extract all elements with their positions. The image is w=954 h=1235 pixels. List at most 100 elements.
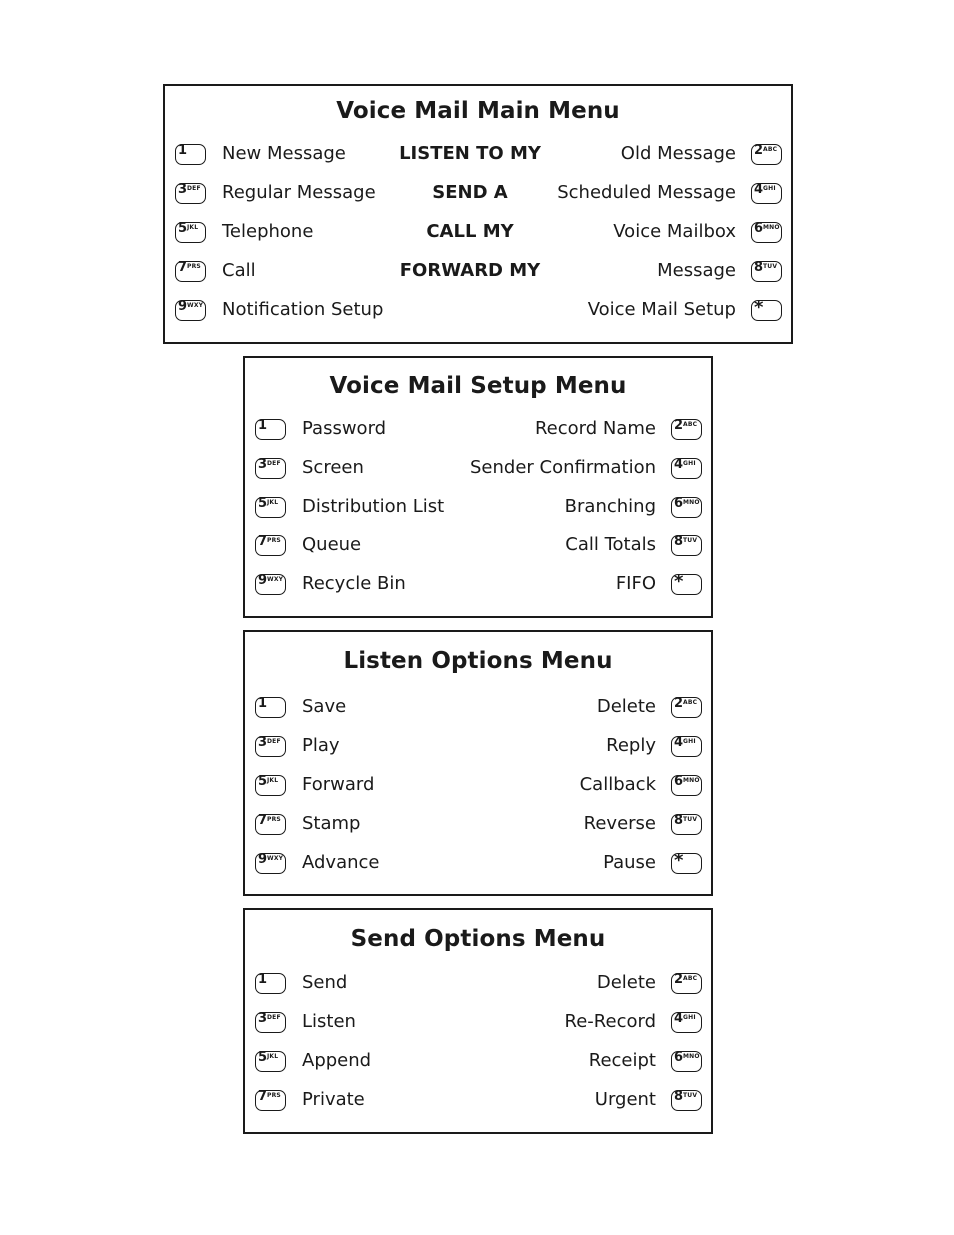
key-letters: MNO — [683, 1053, 700, 1060]
key-digit: 6 — [674, 496, 684, 511]
menu-title: Send Options Menu — [350, 926, 606, 952]
send-options-menu: Send Options Menu 1 Send Delete 2 ABC 3 DE… — [243, 908, 713, 1134]
option-append: Append — [302, 1050, 372, 1071]
key-digit: 1 — [258, 696, 268, 711]
key-digit: 5 — [178, 221, 188, 236]
option-call-totals: Call Totals — [565, 534, 656, 555]
option-regular-message: Regular Message — [222, 182, 376, 203]
menu-row: 9 WXY Advance Pause * — [245, 849, 711, 879]
option-private: Private — [302, 1089, 365, 1110]
option-delete: Delete — [596, 696, 656, 717]
key-letters: PRS — [187, 263, 201, 270]
keypad-key-7-icon: 7 PRS — [175, 261, 206, 282]
key-digit: 5 — [258, 1050, 268, 1065]
menu-row: 3 DEF Regular Message SEND A Scheduled Me… — [165, 179, 791, 209]
keypad-key-7-icon: 7 PRS — [255, 814, 286, 835]
option-stamp: Stamp — [302, 813, 361, 834]
key-digit: 9 — [258, 852, 268, 867]
key-digit: 6 — [674, 774, 684, 789]
option-save: Save — [302, 696, 347, 717]
key-digit: * — [674, 571, 684, 592]
keypad-key-8-icon: 8 TUV — [751, 261, 782, 282]
option-telephone: Telephone — [222, 221, 314, 242]
keypad-key-6-icon: 6 MNO — [671, 497, 702, 518]
key-digit: 7 — [258, 1089, 268, 1104]
menu-title: Listen Options Menu — [343, 648, 613, 674]
key-digit: 7 — [258, 813, 268, 828]
keypad-key-2-icon: 2 ABC — [671, 973, 702, 994]
key-letters: TUV — [683, 816, 698, 823]
key-letters: GHI — [683, 1014, 696, 1021]
keypad-key-5-icon: 5 JKL — [255, 497, 286, 518]
keypad-key-2-icon: 2 ABC — [671, 419, 702, 440]
menu-row: 3 DEF Listen Re-Record 4 GHI — [245, 1008, 711, 1038]
option-call: Call — [222, 260, 256, 281]
option-listen: Listen — [302, 1011, 356, 1032]
keypad-key-3-icon: 3 DEF — [255, 458, 286, 479]
keypad-key-9-icon: 9 WXY — [175, 300, 206, 321]
keypad-key-8-icon: 8 TUV — [671, 535, 702, 556]
key-letters: GHI — [683, 460, 696, 467]
key-digit: 4 — [754, 182, 764, 197]
keypad-key-9-icon: 9 WXY — [255, 574, 286, 595]
key-digit: 6 — [754, 221, 764, 236]
option-pause: Pause — [603, 852, 656, 873]
keypad-key-3-icon: 3 DEF — [255, 1012, 286, 1033]
keypad-key-8-icon: 8 TUV — [671, 814, 702, 835]
key-letters: JKL — [267, 499, 279, 506]
option-fifo: FIFO — [615, 573, 656, 594]
option-notification-setup: Notification Setup — [222, 299, 384, 320]
menu-row: 1 Password Record Name 2 ABC — [245, 415, 711, 445]
key-letters: TUV — [683, 537, 698, 544]
key-digit: 9 — [178, 299, 188, 314]
key-digit: 3 — [258, 457, 268, 472]
key-letters: GHI — [683, 738, 696, 745]
keypad-key-1-icon: 1 — [255, 697, 286, 718]
option-record-name: Record Name — [534, 418, 656, 439]
key-digit: * — [674, 850, 684, 871]
menu-row: 7 PRS Private Urgent 8 TUV — [245, 1086, 711, 1116]
key-letters: PRS — [267, 1092, 281, 1099]
keypad-key-5-icon: 5 JKL — [255, 775, 286, 796]
key-digit: 7 — [178, 260, 188, 275]
key-letters: DEF — [267, 460, 281, 467]
keypad-key-star-icon: * — [751, 297, 782, 321]
option-callback: Callback — [579, 774, 656, 795]
action-group-label: FORWARD MY — [399, 260, 541, 281]
key-letters: MNO — [683, 499, 700, 506]
key-digit: * — [754, 297, 764, 318]
menu-row: 9 WXY Recycle Bin FIFO * — [245, 570, 711, 600]
menu-row: 5 JKL Telephone CALL MY Voice Mailbox 6 MN… — [165, 218, 791, 248]
menu-row: 7 PRS Stamp Reverse 8 TUV — [245, 810, 711, 840]
key-letters: JKL — [267, 777, 279, 784]
option-reverse: Reverse — [583, 813, 656, 834]
action-group-label: CALL MY — [426, 221, 514, 242]
key-digit: 1 — [258, 418, 268, 433]
keypad-key-9-icon: 9 WXY — [255, 853, 286, 874]
key-digit: 2 — [674, 972, 684, 987]
key-letters: MNO — [683, 777, 700, 784]
key-digit: 1 — [258, 972, 268, 987]
key-letters: WXY — [187, 302, 204, 309]
menu-row: 1 New Message LISTEN TO MY Old Message 2… — [165, 140, 791, 170]
option-scheduled-message: Scheduled Message — [557, 182, 736, 203]
keypad-key-1-icon: 1 — [255, 973, 286, 994]
action-group-label: SEND A — [432, 182, 508, 203]
option-sender-confirmation: Sender Confirmation — [470, 457, 656, 478]
option-receipt: Receipt — [588, 1050, 656, 1071]
key-digit: 2 — [754, 143, 764, 158]
keypad-key-4-icon: 4 GHI — [671, 736, 702, 757]
keypad-key-4-icon: 4 GHI — [751, 183, 782, 204]
option-voice-mail-setup: Voice Mail Setup — [587, 299, 736, 320]
key-digit: 6 — [674, 1050, 684, 1065]
menu-row: 5 JKL Append Receipt 6 MNO — [245, 1047, 711, 1077]
key-digit: 4 — [674, 457, 684, 472]
keypad-key-6-icon: 6 MNO — [751, 222, 782, 243]
option-password: Password — [302, 418, 387, 439]
menu-row: 3 DEF Screen Sender Confirmation 4 GHI — [245, 454, 711, 484]
action-group-label: LISTEN TO MY — [399, 143, 541, 164]
keypad-key-6-icon: 6 MNO — [671, 775, 702, 796]
option-branching: Branching — [564, 496, 656, 517]
keypad-key-3-icon: 3 DEF — [175, 183, 206, 204]
key-letters: JKL — [267, 1053, 279, 1060]
